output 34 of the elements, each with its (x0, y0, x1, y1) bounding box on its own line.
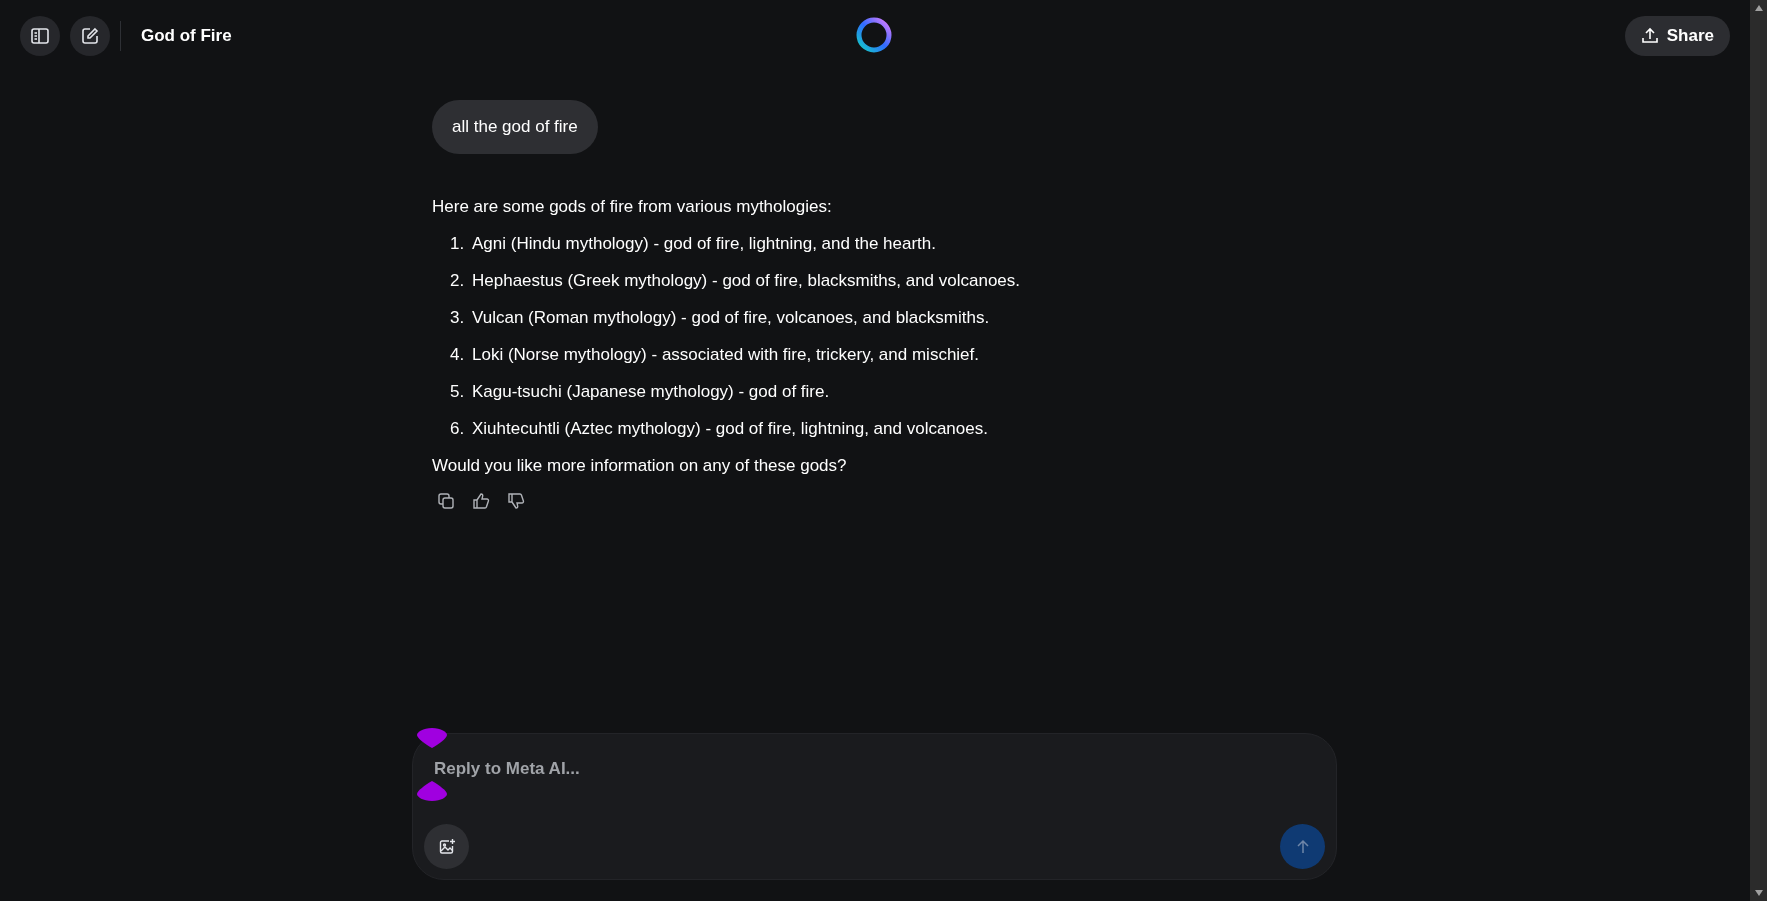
list-item-text: Loki (Norse mythology) - associated with fire, trickery, and mischief. (472, 343, 980, 366)
list-number: 3. (450, 306, 466, 329)
sidebar-toggle-button[interactable] (20, 16, 60, 56)
add-image-button[interactable] (424, 824, 469, 869)
image-icon (437, 837, 456, 856)
list-item-text: Xiuhtecuhtli (Aztec mythology) - god of fire, lightning, and volcanoes. (472, 417, 988, 440)
marker-icon (416, 780, 448, 802)
scroll-up-icon[interactable] (1753, 4, 1764, 12)
user-message: all the god of fire (432, 100, 598, 154)
thumbs-down-icon[interactable] (507, 491, 525, 510)
edit-icon (80, 26, 100, 46)
reply-paragraph: Would you like more information on any of these gods? (432, 454, 847, 477)
list-number: 5. (450, 380, 466, 403)
list-item-text: Kagu-tsuchi (Japanese mythology) - god of fire. (472, 380, 830, 403)
marker-icon (416, 727, 448, 749)
reply-paragraph: Here are some gods of fire from various mythologies: (432, 195, 832, 218)
scrollbar[interactable] (1750, 0, 1767, 901)
list-number: 1. (450, 232, 466, 255)
list-number: 2. (450, 269, 466, 292)
share-button[interactable]: Share (1624, 16, 1730, 56)
list-number: 4. (450, 343, 466, 366)
logo-icon (855, 16, 893, 54)
scroll-down-icon[interactable] (1753, 889, 1764, 897)
reply-input-field[interactable]: Reply to Meta AI... (434, 756, 1034, 782)
thumbs-up-icon[interactable] (472, 491, 490, 510)
list-item-text: Hephaestus (Greek mythology) - god of fire, blacksmiths, and volcanoes. (472, 269, 1021, 292)
chat-title: God of Fire (141, 25, 232, 48)
copy-icon[interactable] (437, 491, 455, 510)
upload-icon (1640, 27, 1659, 45)
new-chat-button[interactable] (70, 16, 110, 56)
list-item-text: Vulcan (Roman mythology) - god of fire, volcanoes, and blacksmiths. (472, 306, 990, 329)
sidebar-icon (30, 26, 50, 46)
list-item-text: Agni (Hindu mythology) - god of fire, lightning, and the hearth. (472, 232, 936, 255)
list-number: 6. (450, 417, 466, 440)
